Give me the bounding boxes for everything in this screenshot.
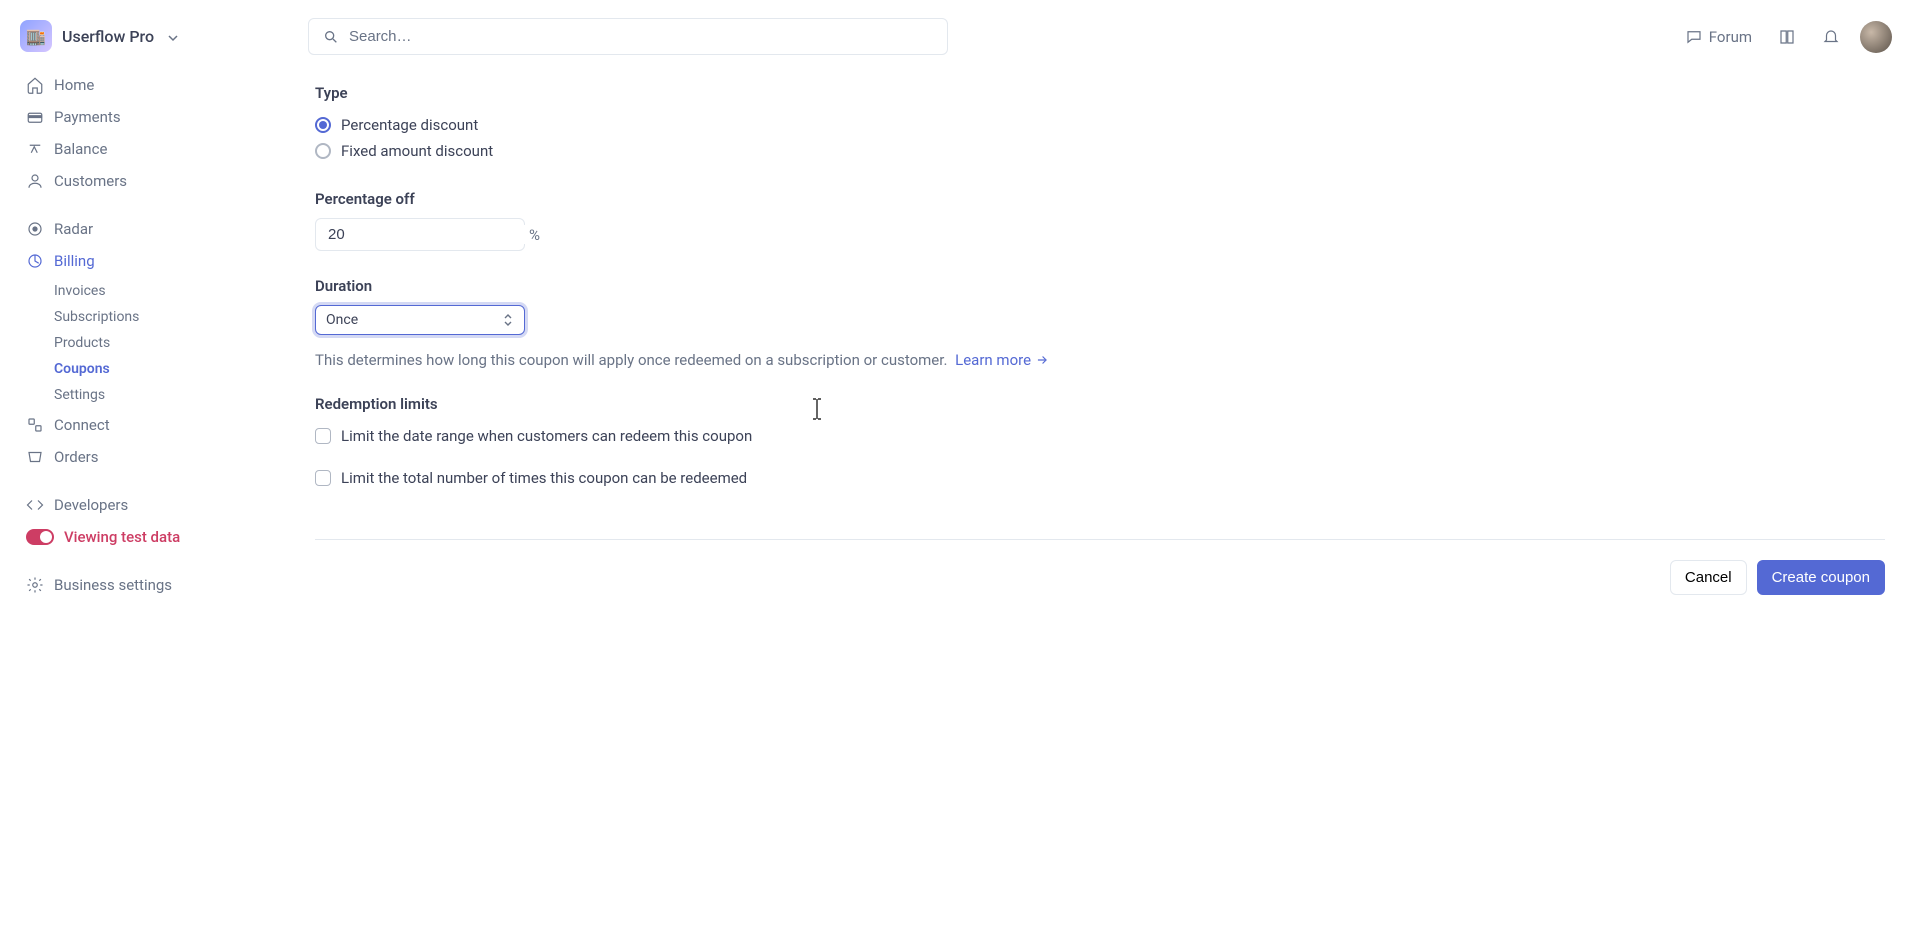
sidebar-item-label: Customers — [54, 172, 127, 190]
duration-label: Duration — [315, 277, 1885, 295]
sidebar-item-label: Settings — [54, 387, 105, 403]
org-logo: 🏬 — [20, 20, 52, 52]
sidebar-item-label: Subscriptions — [54, 309, 139, 325]
coupon-form-panel: Type Percentage discount Fixed amount di… — [308, 73, 1892, 932]
book-icon — [1778, 28, 1796, 46]
sidebar-item-business-settings[interactable]: Business settings — [12, 570, 268, 600]
limit-date-range-option[interactable]: Limit the date range when customers can … — [315, 423, 1885, 449]
percentage-off-label: Percentage off — [315, 190, 1885, 208]
billing-submenu: Invoices Subscriptions Products Coupons … — [12, 278, 268, 408]
avatar[interactable] — [1860, 21, 1892, 53]
sidebar-item-home[interactable]: Home — [12, 70, 268, 100]
docs-link[interactable] — [1772, 24, 1802, 50]
main-region: Forum Type Percentage discount Fixed amo… — [280, 0, 1920, 932]
duration-helper: This determines how long this coupon wil… — [315, 351, 947, 369]
type-option-percentage[interactable]: Percentage discount — [315, 112, 1885, 138]
sidebar-item-label: Billing — [54, 252, 95, 270]
select-caret-icon — [502, 312, 514, 328]
sidebar-item-label: Connect — [54, 416, 110, 434]
notifications-button[interactable] — [1816, 24, 1846, 50]
topbar: Forum — [308, 18, 1892, 55]
checkbox-icon[interactable] — [315, 470, 331, 486]
chat-icon — [1685, 28, 1703, 46]
sidebar-item-products[interactable]: Products — [54, 330, 268, 356]
type-label: Type — [315, 84, 1885, 102]
search-input[interactable] — [347, 27, 933, 46]
sidebar-item-billing[interactable]: Billing — [12, 246, 268, 276]
sidebar-item-orders[interactable]: Orders — [12, 442, 268, 472]
learn-more-label: Learn more — [955, 351, 1031, 369]
sidebar-item-billing-settings[interactable]: Settings — [54, 382, 268, 408]
form-footer: Cancel Create coupon — [315, 539, 1885, 615]
sidebar-item-label: Business settings — [54, 576, 172, 594]
search-field[interactable] — [308, 18, 948, 55]
sidebar-item-label: Balance — [54, 140, 107, 158]
percentage-off-input[interactable] — [326, 225, 529, 244]
sidebar-item-radar[interactable]: Radar — [12, 214, 268, 244]
percentage-off-field[interactable]: % — [315, 218, 525, 251]
test-data-label: Viewing test data — [64, 528, 180, 546]
arrow-right-icon — [1035, 353, 1049, 367]
sidebar-item-balance[interactable]: Balance — [12, 134, 268, 164]
duration-helper-text: This determines how long this coupon wil… — [315, 351, 1885, 369]
sidebar-item-label: Payments — [54, 108, 121, 126]
gear-icon — [26, 576, 44, 594]
duration-select[interactable]: Once — [315, 305, 525, 335]
radio-label: Percentage discount — [341, 116, 478, 134]
connect-icon — [26, 416, 44, 434]
sidebar-item-subscriptions[interactable]: Subscriptions — [54, 304, 268, 330]
forum-label: Forum — [1709, 28, 1752, 46]
customers-icon — [26, 172, 44, 190]
search-icon — [323, 29, 339, 45]
forum-link[interactable]: Forum — [1679, 24, 1758, 50]
org-switcher[interactable]: 🏬 Userflow Pro — [12, 20, 268, 68]
payments-icon — [26, 108, 44, 126]
type-option-fixed[interactable]: Fixed amount discount — [315, 138, 1885, 164]
redemption-limits-label: Redemption limits — [315, 395, 1885, 413]
sidebar-item-label: Home — [54, 76, 94, 94]
radar-icon — [26, 220, 44, 238]
percent-suffix: % — [529, 226, 540, 244]
sidebar-item-payments[interactable]: Payments — [12, 102, 268, 132]
sidebar-item-customers[interactable]: Customers — [12, 166, 268, 196]
test-data-toggle-row: Viewing test data — [12, 522, 268, 552]
billing-icon — [26, 252, 44, 270]
sidebar-item-label: Products — [54, 335, 110, 351]
duration-select-value: Once — [326, 312, 358, 328]
sidebar-item-connect[interactable]: Connect — [12, 410, 268, 440]
sidebar-item-label: Developers — [54, 496, 128, 514]
limit-total-times-option[interactable]: Limit the total number of times this cou… — [315, 465, 1885, 491]
sidebar-item-label: Coupons — [54, 361, 110, 377]
checkbox-label: Limit the date range when customers can … — [341, 427, 752, 445]
radio-icon[interactable] — [315, 143, 331, 159]
learn-more-link[interactable]: Learn more — [955, 351, 1049, 369]
radio-label: Fixed amount discount — [341, 142, 493, 160]
home-icon — [26, 76, 44, 94]
sidebar-item-coupons[interactable]: Coupons — [54, 356, 268, 382]
sidebar-item-label: Invoices — [54, 283, 106, 299]
sidebar-item-label: Orders — [54, 448, 99, 466]
sidebar-item-label: Radar — [54, 220, 93, 238]
checkbox-label: Limit the total number of times this cou… — [341, 469, 747, 487]
cancel-button[interactable]: Cancel — [1670, 560, 1747, 595]
balance-icon — [26, 140, 44, 158]
bell-icon — [1822, 28, 1840, 46]
test-data-toggle[interactable] — [26, 529, 54, 545]
sidebar: 🏬 Userflow Pro Home Payments Balance Cus… — [0, 0, 280, 932]
developers-icon — [26, 496, 44, 514]
radio-icon[interactable] — [315, 117, 331, 133]
sidebar-item-developers[interactable]: Developers — [12, 490, 268, 520]
orders-icon — [26, 448, 44, 466]
chevron-down-icon — [168, 31, 178, 41]
sidebar-item-invoices[interactable]: Invoices — [54, 278, 268, 304]
checkbox-icon[interactable] — [315, 428, 331, 444]
create-coupon-button[interactable]: Create coupon — [1757, 560, 1885, 595]
org-name: Userflow Pro — [62, 27, 154, 46]
